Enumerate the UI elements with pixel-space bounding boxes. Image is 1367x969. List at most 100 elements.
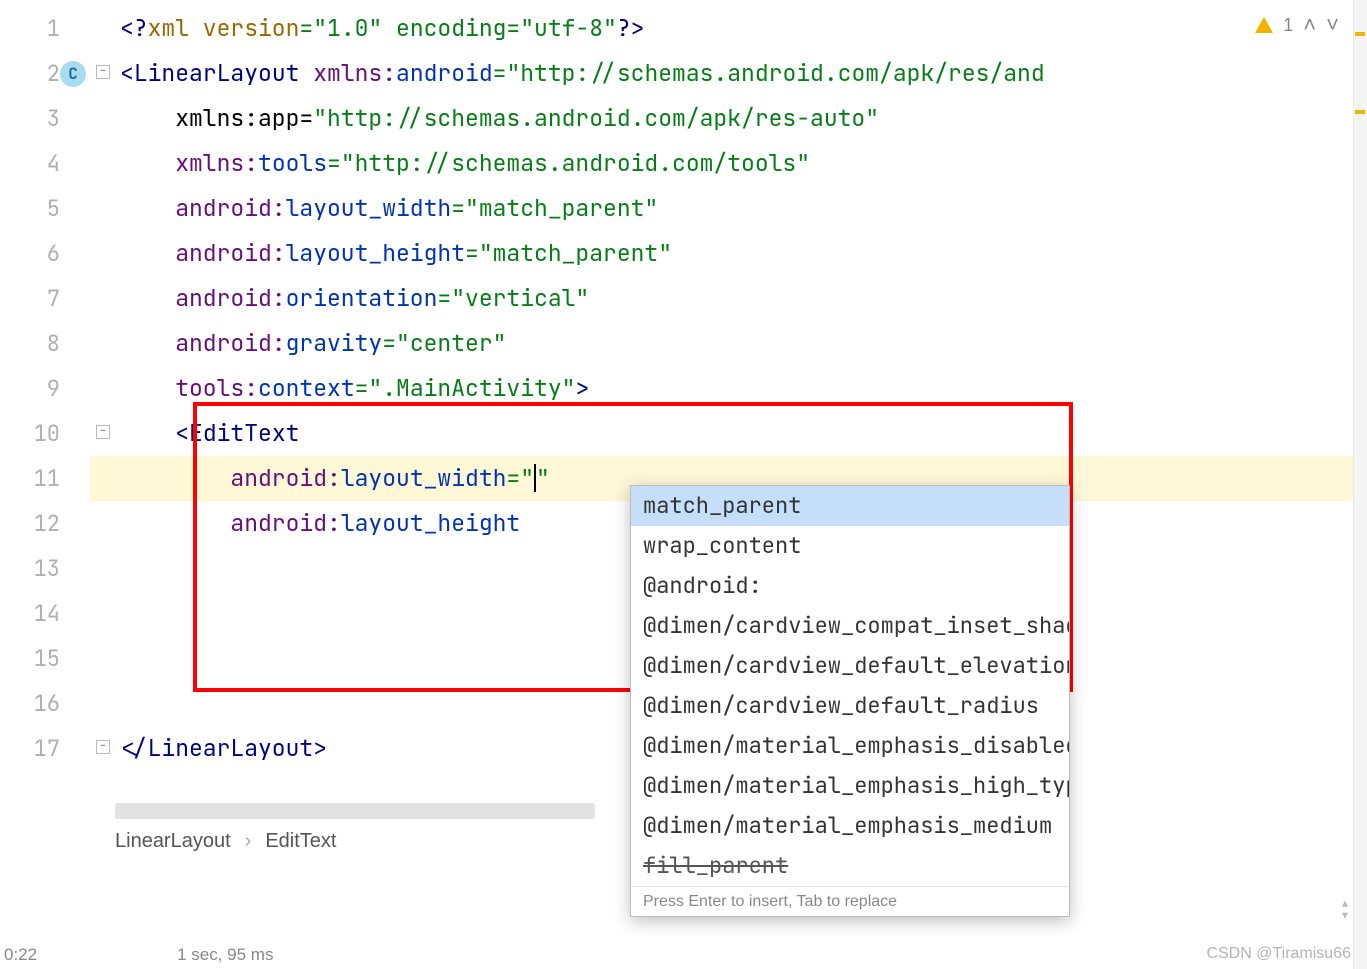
- autocomplete-item[interactable]: @dimen/cardview_default_radius: [631, 686, 1069, 726]
- code-token: =": [506, 463, 534, 493]
- horizontal-scrollbar[interactable]: [115, 803, 595, 819]
- line-number: 16: [0, 681, 90, 726]
- line-number: 17: [0, 726, 90, 771]
- autocomplete-item[interactable]: wrap_content: [631, 526, 1069, 566]
- code-line[interactable]: android:layout_height="match_parent": [90, 231, 1367, 276]
- code-token: android:: [175, 328, 285, 358]
- code-token: LinearLayout: [134, 58, 313, 88]
- autocomplete-item[interactable]: @dimen/material_emphasis_high_type: [631, 766, 1069, 806]
- code-token: EditText: [189, 418, 299, 448]
- code-token: >: [575, 373, 589, 403]
- fold-toggle-icon[interactable]: −: [96, 740, 110, 754]
- autocomplete-item[interactable]: @dimen/cardview_compat_inset_shadow: [631, 606, 1069, 646]
- warning-icon: [1255, 17, 1273, 33]
- fold-toggle-icon[interactable]: −: [96, 65, 110, 79]
- code-token: android:: [230, 463, 340, 493]
- context-badge-icon: C: [60, 61, 86, 87]
- autocomplete-item[interactable]: @dimen/material_emphasis_disabled: [631, 726, 1069, 766]
- code-line[interactable]: xmlns:tools="http://schemas.android.com/…: [90, 141, 1367, 186]
- line-number: 4: [0, 141, 90, 186]
- status-timing: 1 sec, 95 ms: [177, 945, 273, 965]
- line-number-gutter: 1 2 C 3 4 5 6 7 8 9 10 11 12 13 14 15 16…: [0, 0, 90, 969]
- code-token: context: [258, 373, 355, 403]
- line-number: 9: [0, 366, 90, 411]
- status-bar: 0:22 1 sec, 95 ms: [4, 945, 273, 965]
- line-number: 14: [0, 591, 90, 636]
- line-number: 13: [0, 546, 90, 591]
- code-token: LinearLayout: [148, 733, 314, 763]
- code-token: android: [396, 58, 493, 88]
- autocomplete-item[interactable]: @dimen/material_emphasis_medium: [631, 806, 1069, 846]
- breadcrumb-item[interactable]: LinearLayout: [115, 821, 231, 861]
- code-line[interactable]: xmlns:app="http://schemas.android.com/ap…: [90, 96, 1367, 141]
- code-token: =".MainActivity": [355, 373, 576, 403]
- line-number: 15: [0, 636, 90, 681]
- code-line[interactable]: tools:context=".MainActivity">: [90, 366, 1367, 411]
- code-token: ="match_parent": [451, 193, 658, 223]
- line-number: 11: [0, 456, 90, 501]
- line-number: 12: [0, 501, 90, 546]
- warning-count: 1: [1283, 15, 1293, 36]
- error-stripe[interactable]: [1353, 0, 1367, 969]
- code-line[interactable]: android:orientation="vertical": [90, 276, 1367, 321]
- breadcrumb-item[interactable]: EditText: [265, 821, 336, 861]
- code-token: ": [536, 463, 550, 493]
- code-token: layout_width: [341, 463, 507, 493]
- code-token: tools: [258, 148, 327, 178]
- line-number: 7: [0, 276, 90, 321]
- rail-warning-mark[interactable]: [1355, 32, 1365, 36]
- code-token: "http://schemas.android.com/apk/res-auto…: [313, 103, 879, 133]
- code-line[interactable]: android:layout_width="match_parent": [90, 186, 1367, 231]
- next-highlight-icon[interactable]: ˅: [1326, 12, 1339, 38]
- code-token: android:: [175, 238, 285, 268]
- code-token: ="vertical": [437, 283, 589, 313]
- fold-toggle-icon[interactable]: −: [96, 425, 110, 439]
- code-token: layout_width: [286, 193, 452, 223]
- code-token: ="http://schemas.android.com/apk/res/and: [493, 58, 1045, 88]
- line-number: 5: [0, 186, 90, 231]
- line-number: 1: [0, 6, 90, 51]
- code-token: xmlns:: [313, 58, 396, 88]
- code-token: <: [120, 58, 134, 88]
- status-position: 0:22: [4, 945, 37, 965]
- autocomplete-footer-hint: Press Enter to insert, Tab to replace: [631, 886, 1069, 916]
- code-token: ="match_parent": [465, 238, 672, 268]
- code-token: layout_height: [341, 508, 520, 538]
- code-line[interactable]: −<LinearLayout xmlns:android="http://sch…: [90, 51, 1367, 96]
- text-cursor: [534, 464, 536, 492]
- code-token: <?: [120, 13, 148, 43]
- line-number: 3: [0, 96, 90, 141]
- breadcrumb-bar[interactable]: LinearLayout › EditText: [115, 821, 336, 861]
- code-token: >: [313, 733, 327, 763]
- code-line[interactable]: − <EditText: [90, 411, 1367, 456]
- inspection-widget[interactable]: 1 ˄ ˅: [1255, 12, 1339, 38]
- code-token: orientation: [286, 283, 438, 313]
- code-token: ="http://schemas.android.com/tools": [327, 148, 810, 178]
- chevron-right-icon: ›: [245, 821, 252, 861]
- line-number: 2 C: [0, 51, 90, 96]
- code-token: tools:: [175, 373, 258, 403]
- autocomplete-item[interactable]: @dimen/cardview_default_elevation: [631, 646, 1069, 686]
- autocomplete-item[interactable]: @android:: [631, 566, 1069, 606]
- line-number: 10: [0, 411, 90, 456]
- code-token: ?>: [617, 13, 645, 43]
- code-token: xml version: [148, 13, 300, 43]
- autocomplete-item[interactable]: match_parent: [631, 486, 1069, 526]
- autocomplete-item[interactable]: fill_parent: [631, 846, 1069, 886]
- code-token: xmlns:: [175, 148, 258, 178]
- code-line[interactable]: android:gravity="center": [90, 321, 1367, 366]
- autocomplete-popup[interactable]: match_parentwrap_content@android:@dimen/…: [630, 485, 1070, 917]
- watermark-text: CSDN @Tiramisu66: [1206, 945, 1351, 963]
- code-token: <: [175, 418, 189, 448]
- code-token: android:: [230, 508, 340, 538]
- code-token: gravity: [286, 328, 383, 358]
- prev-highlight-icon[interactable]: ˄: [1303, 12, 1316, 38]
- code-token: android:: [175, 193, 285, 223]
- code-line[interactable]: <?xml version="1.0" encoding="utf-8"?>: [90, 6, 1367, 51]
- line-number: 6: [0, 231, 90, 276]
- rail-warning-mark[interactable]: [1355, 110, 1365, 114]
- code-token: android:: [175, 283, 285, 313]
- code-token: layout_height: [286, 238, 465, 268]
- line-number: 8: [0, 321, 90, 366]
- code-token: </: [120, 733, 148, 763]
